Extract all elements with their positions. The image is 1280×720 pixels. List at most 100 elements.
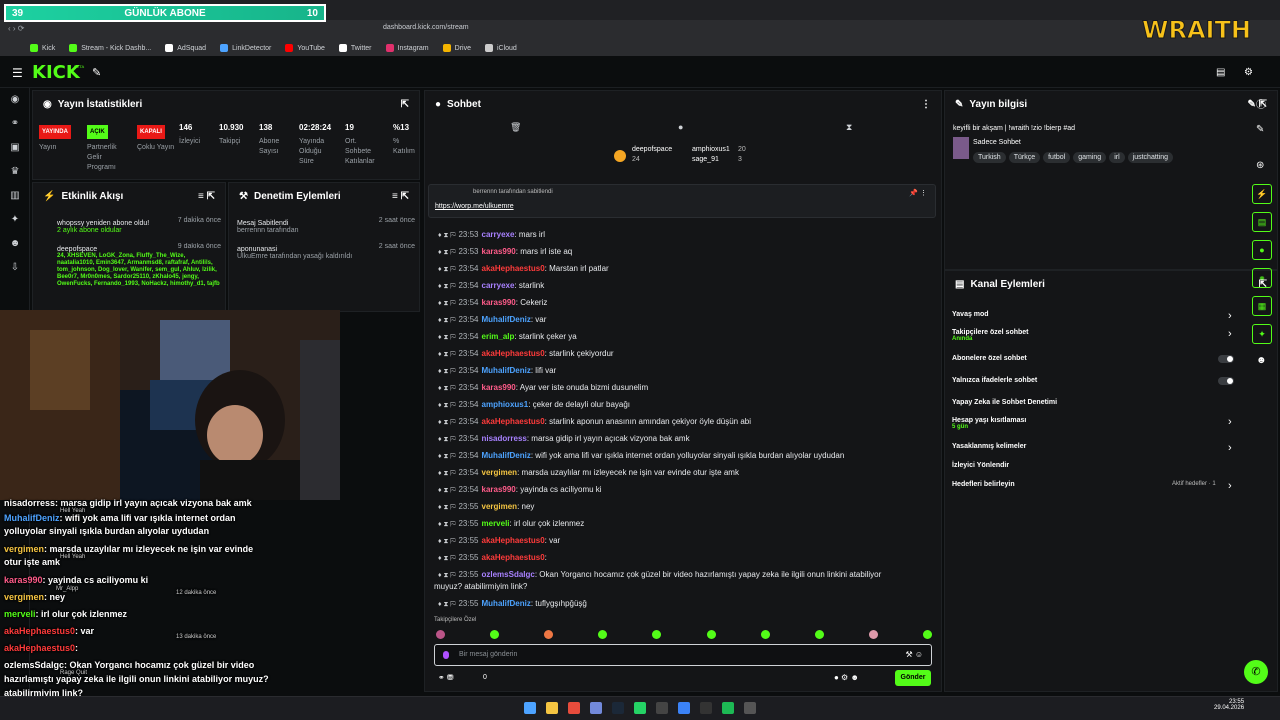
pinned-link[interactable]: https://worp.me/ulkuemre [435,203,514,210]
chat-message[interactable]: ♦ ⧗ ⚐ 23:55 akaHephaestus0: [438,553,547,563]
emote-icon[interactable] [760,630,770,639]
sub-only-toggle[interactable] [1218,355,1234,363]
bookmark-instagram[interactable]: Instagram [385,44,429,52]
chat-message[interactable]: ♦ ⧗ ⚐ 23:54 akaHephaestus0: Marstan irl pa… [438,264,609,274]
channel-action-row[interactable]: Yasaklanmış kelimeler [952,443,1026,450]
explorer-icon[interactable] [546,702,558,714]
tag[interactable]: Türkçe [1008,152,1041,163]
chat-message[interactable]: ♦ ⧗ ⚐ 23:54 nisadorress: marsa gidip irl y… [438,434,690,444]
mod-actions-icon[interactable]: ♦ ⧗ ⚐ [438,368,455,375]
message-username[interactable]: nisadorress [482,434,527,443]
quick-action-bolt[interactable]: ⚡ [1252,184,1272,204]
chevron-right-icon[interactable]: › [1228,416,1232,428]
mod-actions-icon[interactable]: ♦ ⧗ ⚐ [438,487,455,494]
chat-message[interactable]: ♦ ⧗ ⚐ 23:55 MuhalifDeniz: tuflygşıhpğüşğ [438,599,587,609]
steam-icon[interactable] [612,702,624,714]
quick-action-doc[interactable]: ▤ [1252,212,1272,232]
mod-actions-icon[interactable]: ♦ ⧗ ⚐ [438,334,455,341]
bookmark-adsquad[interactable]: AdSquad [165,44,206,52]
mod-actions-icon[interactable]: ♦ ⧗ ⚐ [438,402,455,409]
chat-message[interactable]: ♦ ⧗ ⚐ 23:55 merveli: irl olur çok izlenmez [438,519,584,529]
app-icon[interactable] [678,702,690,714]
emote-icon[interactable] [544,630,554,639]
tag[interactable]: justchatting [1127,152,1174,163]
chat-message[interactable]: ♦ ⧗ ⚐ 23:55 ozlemsSdalgc: Okan Yorgancı ho… [438,570,881,580]
live-icon[interactable]: ◉ [9,94,21,106]
message-username[interactable]: vergimen [482,468,518,477]
quick-action-link[interactable]: ⚭ [1252,268,1272,288]
mod-actions-icon[interactable]: ♦ ⧗ ⚐ [438,601,455,608]
message-username[interactable]: karas990 [482,247,516,256]
emote-icon[interactable] [706,630,716,639]
mod-actions-icon[interactable]: ♦ ⧗ ⚐ [438,453,455,460]
help-chat-button[interactable]: ✆ [1244,660,1268,684]
chat-message[interactable]: ♦ ⧗ ⚐ 23:54 akaHephaestus0: starlink aponu… [438,417,751,427]
message-username[interactable]: karas990 [482,485,516,494]
chat-message[interactable]: ♦ ⧗ ⚐ 23:54 amphioxus1: çeker de delayli o… [438,400,630,410]
message-username[interactable]: akaHephaestus0 [482,264,545,273]
message-username[interactable]: carryexe [482,230,515,239]
bookmark-icloud[interactable]: iCloud [484,44,517,52]
obs-icon[interactable] [656,702,668,714]
bookmark-twitter[interactable]: Twitter [338,44,372,52]
channel-action-row[interactable]: Hesap yaşı kısıtlaması 5 gün [952,417,1026,430]
menu-icon[interactable]: ☰ [12,66,23,80]
channel-action-row[interactable]: Hedefleri belirleyin [952,481,1015,488]
chevron-right-icon[interactable]: › [1228,310,1232,322]
chat-message[interactable]: ♦ ⧗ ⚐ 23:55 vergimen: ney [438,502,534,512]
message-username[interactable]: carryexe [482,281,515,290]
emote-bar[interactable] [436,630,932,640]
discord-icon[interactable] [590,702,602,714]
chat-message[interactable]: ♦ ⧗ ⚐ 23:54 vergimen: marsda uzaylılar mı … [438,468,739,478]
mod-actions-icon[interactable]: ♦ ⧗ ⚐ [438,470,455,477]
pinned-message[interactable]: berrennn tarafından sabitlendi https://w… [428,184,936,218]
bookmark-kick[interactable]: Kick [30,44,55,52]
emote-icon[interactable] [490,630,500,639]
message-username[interactable]: ozlemsSdalgc [482,570,535,579]
mod-actions-icon[interactable]: ♦ ⧗ ⚐ [438,232,455,239]
chat-bubble-icon[interactable]: ● [678,122,683,132]
tools-icon[interactable]: ✦ [9,214,21,226]
emote-icon[interactable] [436,630,445,639]
chat-message[interactable]: ♦ ⧗ ⚐ 23:54 karas990: Ayar ver iste onuda … [438,383,648,393]
link-icon[interactable]: ⚭ [9,118,21,130]
quick-action-chat[interactable]: ● [1252,240,1272,260]
mod-actions-icon[interactable]: ♦ ⧗ ⚐ [438,317,455,324]
chat-message[interactable]: ♦ ⧗ ⚐ 23:54 MuhalifDeniz: var [438,315,546,325]
pin-icon[interactable]: ✎ [92,66,101,79]
mod-actions-icon[interactable]: ♦ ⧗ ⚐ [438,538,455,545]
back-icon[interactable]: ‹ › ⟳ [8,24,24,33]
tag[interactable]: irl [1109,152,1125,163]
download-icon[interactable]: ⇩ [9,262,21,274]
chat-message[interactable]: ♦ ⧗ ⚐ 23:54 karas990: Cekeriz [438,298,547,308]
message-username[interactable]: karas990 [482,383,516,392]
mod-actions-icon[interactable]: ♦ ⧗ ⚐ [438,351,455,358]
users-icon[interactable]: ☻ [9,238,21,250]
terminal-icon[interactable] [700,702,712,714]
layout-icon[interactable]: ▤ [1216,67,1225,78]
mod-actions-icon[interactable]: ♦ ⧗ ⚐ [438,266,455,273]
target-icon[interactable]: ⊛ [1256,160,1264,171]
channel-action-row[interactable]: Yalnızca ifadelerle sohbet [952,377,1037,384]
mod-actions-icon[interactable]: ♦ ⧗ ⚐ [438,283,455,290]
bookmark-linkdetector[interactable]: LinkDetector [220,44,271,52]
chat-message[interactable]: ♦ ⧗ ⚐ 23:54 karas990: yayinda cs aciliyomu… [438,485,602,495]
bookmark-youtube[interactable]: YouTube [285,44,325,52]
channel-action-row[interactable]: Takipçilere özel sohbet Anında [952,329,1029,342]
url-field[interactable]: dashboard.kick.com/stream [383,24,469,31]
message-username[interactable]: MuhalifDeniz [482,315,531,324]
emoji-icon[interactable]: ⚒ ☺ [905,650,923,659]
settings-icon[interactable]: ⚙ [1244,67,1253,78]
message-username[interactable]: amphioxus1 [482,400,529,409]
channel-action-row[interactable]: Abonelere özel sohbet [952,355,1027,362]
trash-icon[interactable]: 🗑 [510,122,521,133]
emote-icon[interactable] [598,630,608,639]
pencil-icon[interactable]: ✎ [1256,124,1264,135]
message-username[interactable]: erim_alp [482,332,515,341]
tag[interactable]: gaming [1073,152,1107,163]
message-username[interactable]: akaHephaestus0 [482,553,545,562]
clock[interactable]: 23:55 29.04.2026 [1214,699,1244,711]
message-username[interactable]: akaHephaestus0 [482,349,545,358]
chat-message[interactable]: ♦ ⧗ ⚐ 23:55 akaHephaestus0: var [438,536,560,546]
bookmark-drive[interactable]: Drive [442,44,471,52]
